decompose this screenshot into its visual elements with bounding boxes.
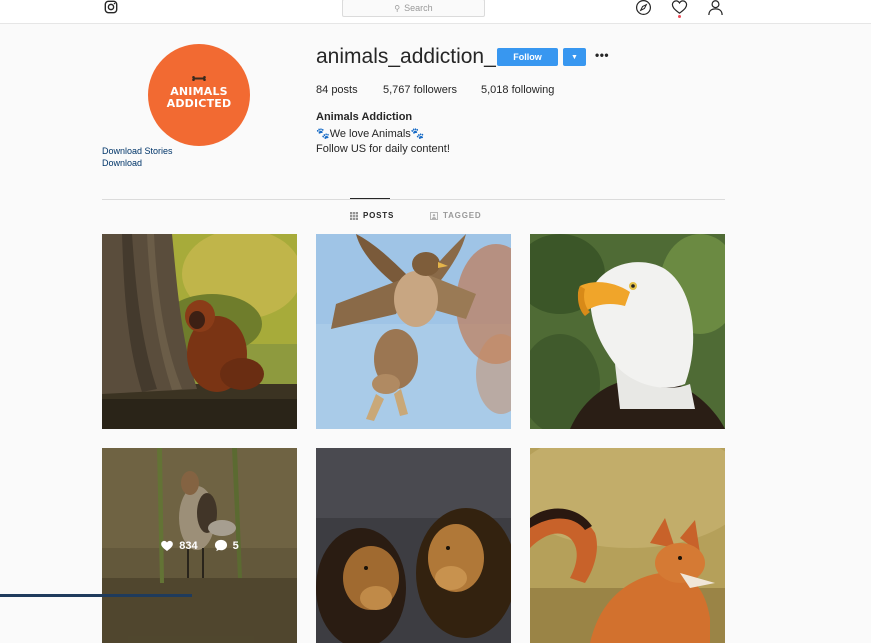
- bald-eagle-photo: [530, 234, 725, 429]
- followers-count-label: followers: [413, 84, 457, 96]
- lions-photo: [316, 448, 511, 643]
- profile-avatar[interactable]: ANIMALS ADDICTED: [148, 44, 250, 146]
- likes-count-value: 834: [179, 539, 198, 552]
- avatar-logo-text-2: ADDICTED: [166, 97, 232, 110]
- post-lions[interactable]: [316, 448, 511, 643]
- post-fox[interactable]: [530, 448, 725, 643]
- post-orangutan[interactable]: [102, 234, 297, 429]
- following-count[interactable]: 5,018 following: [481, 84, 554, 96]
- download-link[interactable]: Download: [102, 158, 142, 168]
- posts-count-value: 84: [316, 84, 329, 96]
- user-icon[interactable]: [707, 0, 724, 16]
- likes-count: 834: [160, 539, 198, 552]
- fox-photo: [530, 448, 725, 643]
- top-navigation-bar: ⚲ Search: [0, 0, 871, 24]
- tab-tagged[interactable]: TAGGED: [430, 211, 481, 220]
- following-count-value: 5,018: [481, 84, 509, 96]
- following-count-label: following: [511, 84, 555, 96]
- profile-full-name: Animals Addiction: [316, 111, 413, 123]
- post-bald-eagle[interactable]: [530, 234, 725, 429]
- search-placeholder: Search: [404, 3, 433, 13]
- more-options-icon[interactable]: •••: [595, 48, 609, 62]
- heart-icon[interactable]: [671, 0, 688, 16]
- download-stories-link[interactable]: Download Stories: [102, 146, 173, 156]
- bio-line-2: Follow US for daily content!: [316, 143, 450, 155]
- profile-username: animals_addiction_: [316, 45, 496, 68]
- follow-button[interactable]: Follow: [497, 48, 558, 66]
- grid-icon: [350, 211, 358, 220]
- tag-icon: [430, 211, 438, 220]
- post-hawk[interactable]: [316, 234, 511, 429]
- comments-count-value: 5: [232, 539, 239, 552]
- post-hover-overlay: 834 5: [102, 448, 297, 643]
- hawk-photo: [316, 234, 511, 429]
- search-input[interactable]: ⚲ Search: [342, 0, 485, 17]
- comments-count: 5: [214, 539, 239, 552]
- active-tab-indicator: [350, 198, 390, 199]
- tab-tagged-label: TAGGED: [443, 211, 482, 220]
- posts-count: 84 posts: [316, 84, 358, 96]
- tab-posts-label: POSTS: [363, 211, 395, 220]
- compass-icon[interactable]: [635, 0, 652, 16]
- comment-filled-icon: [214, 539, 227, 552]
- tabs-divider: [102, 199, 725, 200]
- tab-posts[interactable]: POSTS: [350, 211, 394, 220]
- heart-filled-icon: [161, 540, 174, 551]
- bone-icon: [192, 76, 206, 81]
- posts-count-label: posts: [331, 84, 358, 96]
- search-icon: ⚲: [394, 3, 401, 13]
- followers-count[interactable]: 5,767 followers: [383, 84, 457, 96]
- post-bird[interactable]: 834 5: [102, 448, 297, 643]
- followers-count-value: 5,767: [383, 84, 411, 96]
- instagram-icon[interactable]: [103, 0, 119, 14]
- orangutan-photo: [102, 234, 297, 429]
- notification-dot: [678, 15, 681, 18]
- suggestions-dropdown-button[interactable]: ▼: [563, 48, 586, 66]
- bio-line-1: 🐾We love Animals🐾: [316, 128, 425, 140]
